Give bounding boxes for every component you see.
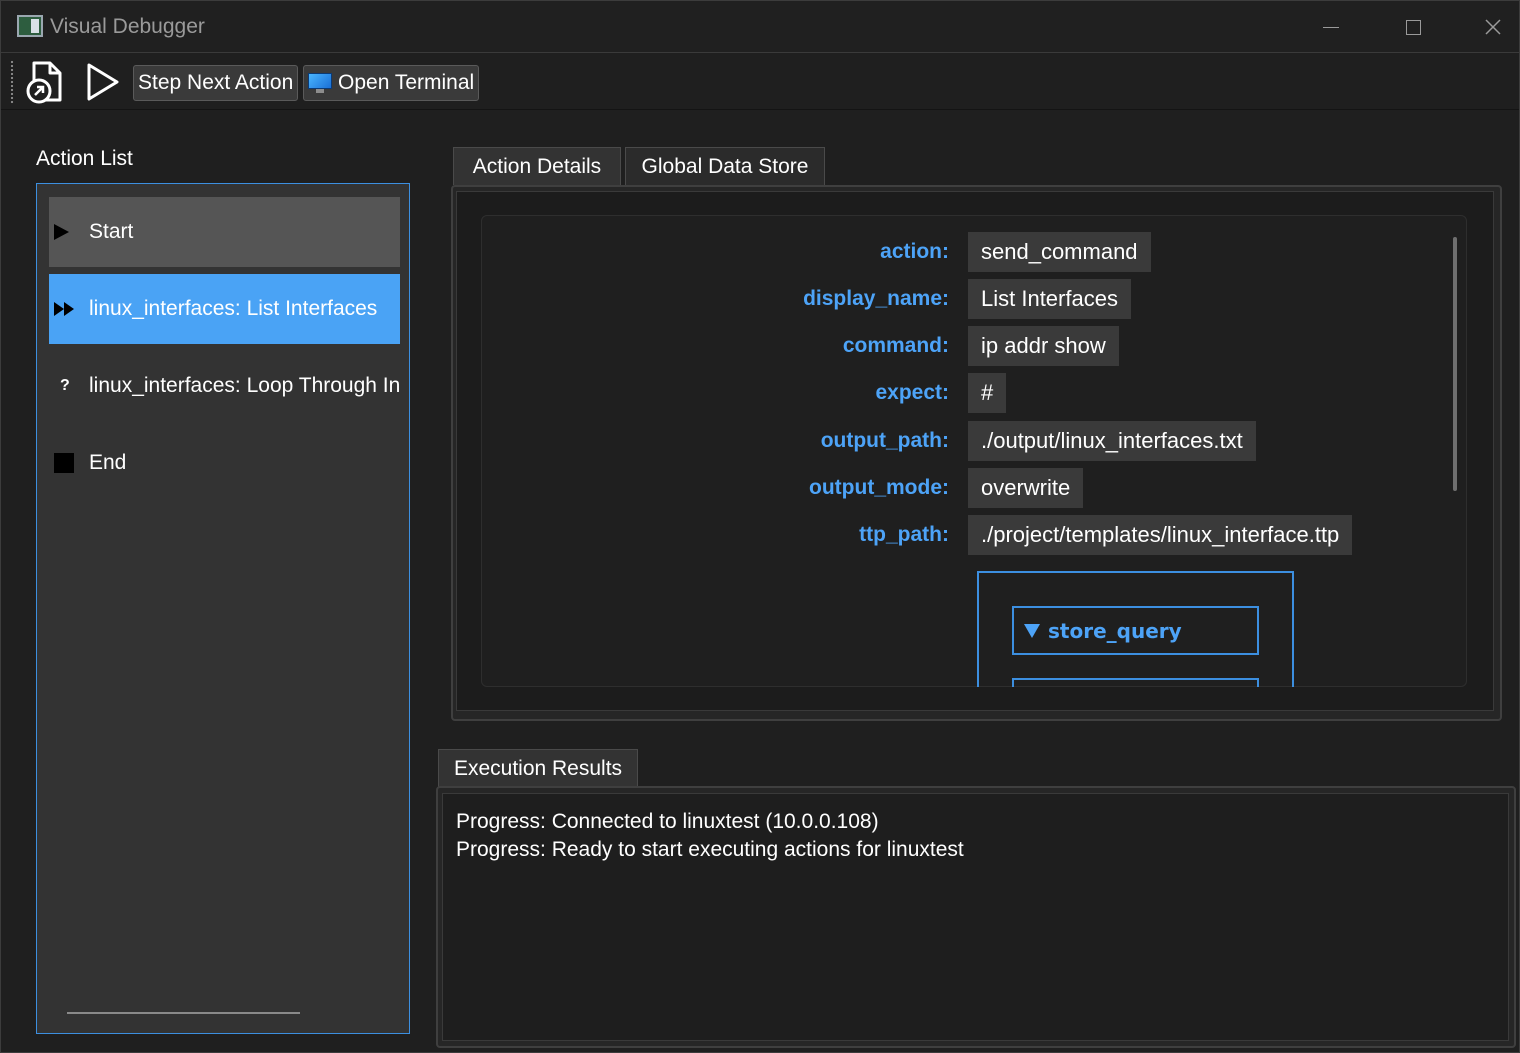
store-query-header[interactable]: store_query xyxy=(1012,606,1259,655)
step-next-action-button[interactable]: Step Next Action xyxy=(133,65,299,101)
list-item-start[interactable]: Start xyxy=(49,197,400,267)
tab-action-details-label: Action Details xyxy=(472,154,602,178)
play-icon xyxy=(87,63,119,101)
monitor-icon xyxy=(308,73,332,93)
question-icon: ? xyxy=(60,377,70,394)
step-next-action-label: Step Next Action xyxy=(138,71,294,94)
tab-global-data-store[interactable]: Global Data Store xyxy=(625,147,825,185)
close-button[interactable] xyxy=(1453,1,1520,53)
list-item-end[interactable]: End xyxy=(49,428,400,498)
list-item-label: linux_interfaces: Loop Through Int xyxy=(89,374,400,397)
toolbar-grip[interactable] xyxy=(10,60,14,104)
execution-line: Progress: Ready to start executing actio… xyxy=(456,838,964,861)
tab-action-details[interactable]: Action Details xyxy=(453,147,621,185)
app-icon xyxy=(17,15,43,37)
toolbar: Step Next Action Open Terminal xyxy=(1,54,1519,110)
list-item-label: linux_interfaces: List Interfaces xyxy=(89,297,378,320)
open-terminal-label: Open Terminal xyxy=(338,71,475,94)
list-item-label: Start xyxy=(89,220,134,243)
window-title: Visual Debugger xyxy=(50,15,205,38)
open-terminal-button[interactable]: Open Terminal xyxy=(303,65,480,101)
run-button[interactable] xyxy=(79,59,123,105)
stop-square-icon xyxy=(54,453,74,473)
title-bar: Visual Debugger xyxy=(1,1,1519,53)
list-item-list-interfaces[interactable]: linux_interfaces: List Interfaces xyxy=(49,274,400,344)
maximize-button[interactable] xyxy=(1373,1,1453,53)
fast-forward-icon xyxy=(54,302,74,316)
action-list-hscrollbar[interactable] xyxy=(67,1012,300,1014)
open-file-button[interactable] xyxy=(22,59,66,105)
tab-execution-results[interactable]: Execution Results xyxy=(438,749,638,787)
execution-line: Progress: Connected to linuxtest (10.0.0… xyxy=(456,810,879,833)
file-open-icon xyxy=(26,61,62,104)
store-query-clip: store_query xyxy=(481,215,1467,687)
main-window: Visual Debugger Step Next Action Open Te… xyxy=(0,0,1520,1053)
tab-execution-results-label: Execution Results xyxy=(453,756,623,780)
tab-global-data-store-label: Global Data Store xyxy=(641,154,809,178)
triangle-play-icon xyxy=(54,224,69,240)
minimize-button[interactable] xyxy=(1291,1,1371,53)
store-query-label: store_query xyxy=(1048,618,1182,643)
list-item-label: End xyxy=(89,451,127,474)
close-icon xyxy=(1485,19,1501,35)
maximize-icon xyxy=(1405,19,1421,35)
action-list-label: Action List xyxy=(36,147,133,170)
minimize-icon xyxy=(1323,26,1339,28)
list-item-loop-through[interactable]: ? linux_interfaces: Loop Through Int xyxy=(49,351,400,421)
store-query-next-item xyxy=(1012,678,1259,687)
collapse-triangle-icon xyxy=(1024,623,1040,638)
